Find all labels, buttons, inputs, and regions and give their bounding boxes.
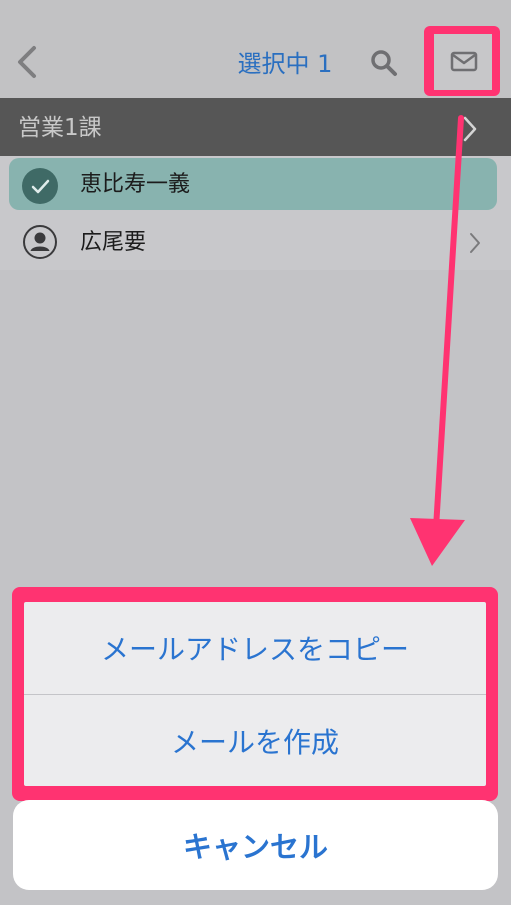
- checkmark-circle-icon: [22, 168, 58, 204]
- search-icon[interactable]: [367, 46, 403, 82]
- chevron-left-icon[interactable]: [8, 40, 44, 84]
- page-title: 選択中 1: [237, 50, 333, 78]
- chevron-right-icon: [463, 116, 477, 142]
- envelope-icon: [450, 51, 478, 72]
- contact-name: 恵比寿一義: [80, 172, 191, 197]
- compose-email-button[interactable]: メールを作成: [24, 695, 486, 787]
- section-title: 営業1課: [18, 115, 102, 141]
- contact-row[interactable]: [0, 214, 511, 270]
- action-sheet: メールアドレスをコピー メールを作成: [24, 602, 486, 786]
- chevron-right-icon: [470, 233, 480, 253]
- person-circle-icon: [23, 225, 57, 259]
- copy-email-button[interactable]: メールアドレスをコピー: [24, 602, 486, 694]
- cancel-button[interactable]: キャンセル: [13, 800, 498, 890]
- navigation-bar: 選択中 1: [0, 0, 511, 98]
- mail-button[interactable]: [434, 34, 492, 90]
- contact-name: 広尾要: [80, 230, 147, 255]
